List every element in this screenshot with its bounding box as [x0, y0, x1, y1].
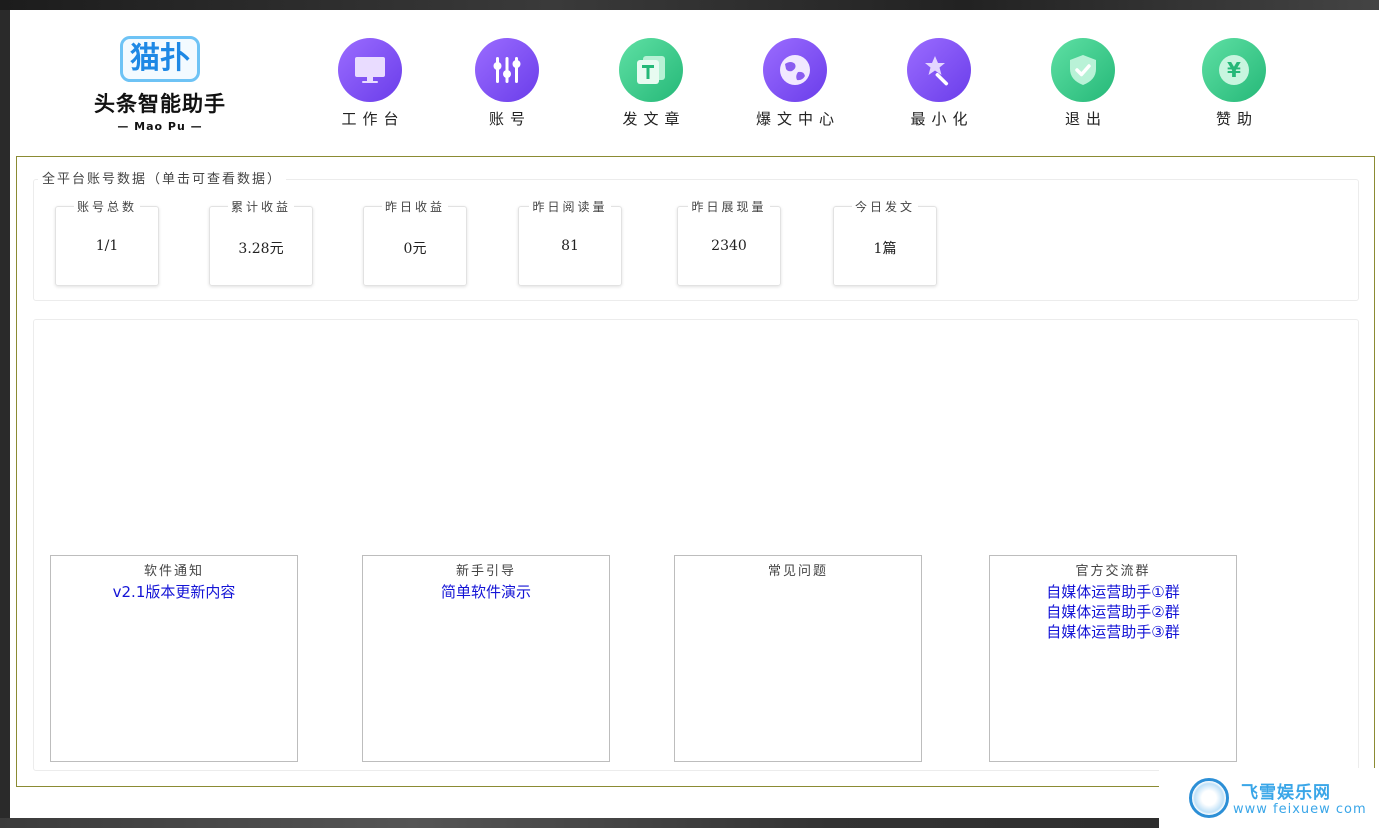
app-window: 猫扑 头条智能助手 — Mao Pu — 工作台 账号 发文章 爆文中心 最小化: [10, 10, 1379, 818]
stat-value: 2340: [711, 238, 747, 254]
toolbar-button-sponsor[interactable]: ¥ 赞助: [1184, 38, 1284, 129]
watermark-emblem-icon: [1189, 778, 1229, 818]
stat-label: 昨日阅读量: [529, 200, 611, 214]
app-subtitle: — Mao Pu —: [117, 120, 203, 133]
panel-title: 官方交流群: [1075, 564, 1151, 579]
app-name: 头条智能助手: [94, 92, 226, 116]
stat-value: 81: [561, 238, 579, 254]
toolbar-label: 最小化: [910, 110, 974, 128]
stat-value: 0元: [403, 241, 427, 257]
toolbar-button-post-article[interactable]: 发文章: [601, 38, 701, 129]
sliders-icon: [475, 38, 539, 102]
app-logo: 猫扑 头条智能助手 — Mao Pu —: [80, 36, 240, 136]
desktop-background-top: [0, 0, 1379, 10]
stat-label: 账号总数: [73, 200, 140, 214]
monitor-icon: [338, 38, 402, 102]
panel-official-groups: 官方交流群 自媒体运营助手①群 自媒体运营助手②群 自媒体运营助手③群: [989, 555, 1237, 762]
svg-text:¥: ¥: [1227, 58, 1241, 82]
toolbar-label: 退出: [1064, 110, 1107, 128]
stat-label: 今日发文: [851, 200, 918, 214]
stat-value: 3.28元: [238, 241, 284, 257]
toolbar-button-exit[interactable]: 退出: [1033, 38, 1133, 129]
stats-group-title: 全平台账号数据（单击可查看数据）: [38, 168, 287, 187]
stat-card-today-posts[interactable]: 今日发文 1篇: [833, 200, 937, 286]
stat-card-yesterday-reads[interactable]: 昨日阅读量 81: [518, 200, 622, 286]
toolbar-label: 账号: [488, 110, 531, 128]
update-notes-link[interactable]: v2.1版本更新内容: [51, 582, 297, 602]
panel-beginner-guide: 新手引导 简单软件演示: [362, 555, 610, 762]
stat-card-yesterday-earnings[interactable]: 昨日收益 0元: [363, 200, 467, 286]
toolbar-button-minimize[interactable]: 最小化: [889, 38, 989, 129]
magic-wand-icon: [907, 38, 971, 102]
panel-faq: 常见问题: [674, 555, 922, 762]
panel-title: 新手引导: [455, 564, 516, 579]
watermark: 飞雪娱乐网 www feixuew com: [1159, 768, 1379, 828]
toolbar-label: 工作台: [341, 110, 405, 128]
stat-card-total-earnings[interactable]: 累计收益 3.28元: [209, 200, 313, 286]
toolbar-button-accounts[interactable]: 账号: [457, 38, 557, 129]
panel-title: 软件通知: [143, 564, 204, 579]
stat-card-yesterday-impressions[interactable]: 昨日展现量 2340: [677, 200, 781, 286]
stat-card-total-accounts[interactable]: 账号总数 1/1: [55, 200, 159, 286]
stat-value: 1篇: [873, 241, 897, 257]
watermark-name: 飞雪娱乐网: [1241, 783, 1331, 803]
watermark-url: www feixuew com: [1233, 802, 1367, 817]
group-link-1[interactable]: 自媒体运营助手①群: [990, 582, 1236, 602]
demo-link[interactable]: 简单软件演示: [363, 582, 609, 602]
toolbar-button-viral-center[interactable]: 爆文中心: [745, 38, 845, 129]
shield-check-icon: [1051, 38, 1115, 102]
toolbar-label: 赞助: [1215, 110, 1258, 128]
group-link-3[interactable]: 自媒体运营助手③群: [990, 622, 1236, 642]
panel-software-notice: 软件通知 v2.1版本更新内容: [50, 555, 298, 762]
article-icon: [619, 38, 683, 102]
stat-label: 累计收益: [227, 200, 294, 214]
stat-value: 1/1: [95, 238, 119, 254]
main-frame: 全平台账号数据（单击可查看数据） 账号总数 1/1 累计收益 3.28元 昨日收…: [16, 156, 1375, 787]
logo-badge: 猫扑: [120, 36, 200, 82]
globe-icon: [763, 38, 827, 102]
stat-label: 昨日展现量: [688, 200, 770, 214]
yuan-coin-icon: ¥: [1202, 38, 1266, 102]
account-stats-group[interactable]: 全平台账号数据（单击可查看数据） 账号总数 1/1 累计收益 3.28元 昨日收…: [33, 168, 1359, 301]
toolbar-label: 发文章: [622, 110, 686, 128]
panel-title: 常见问题: [767, 564, 828, 579]
content-area: 软件通知 v2.1版本更新内容 新手引导 简单软件演示 常见问题 官方交流群 自…: [33, 319, 1359, 771]
toolbar-button-workbench[interactable]: 工作台: [320, 38, 420, 129]
stat-label: 昨日收益: [381, 200, 448, 214]
group-link-2[interactable]: 自媒体运营助手②群: [990, 602, 1236, 622]
toolbar-label: 爆文中心: [755, 110, 840, 128]
